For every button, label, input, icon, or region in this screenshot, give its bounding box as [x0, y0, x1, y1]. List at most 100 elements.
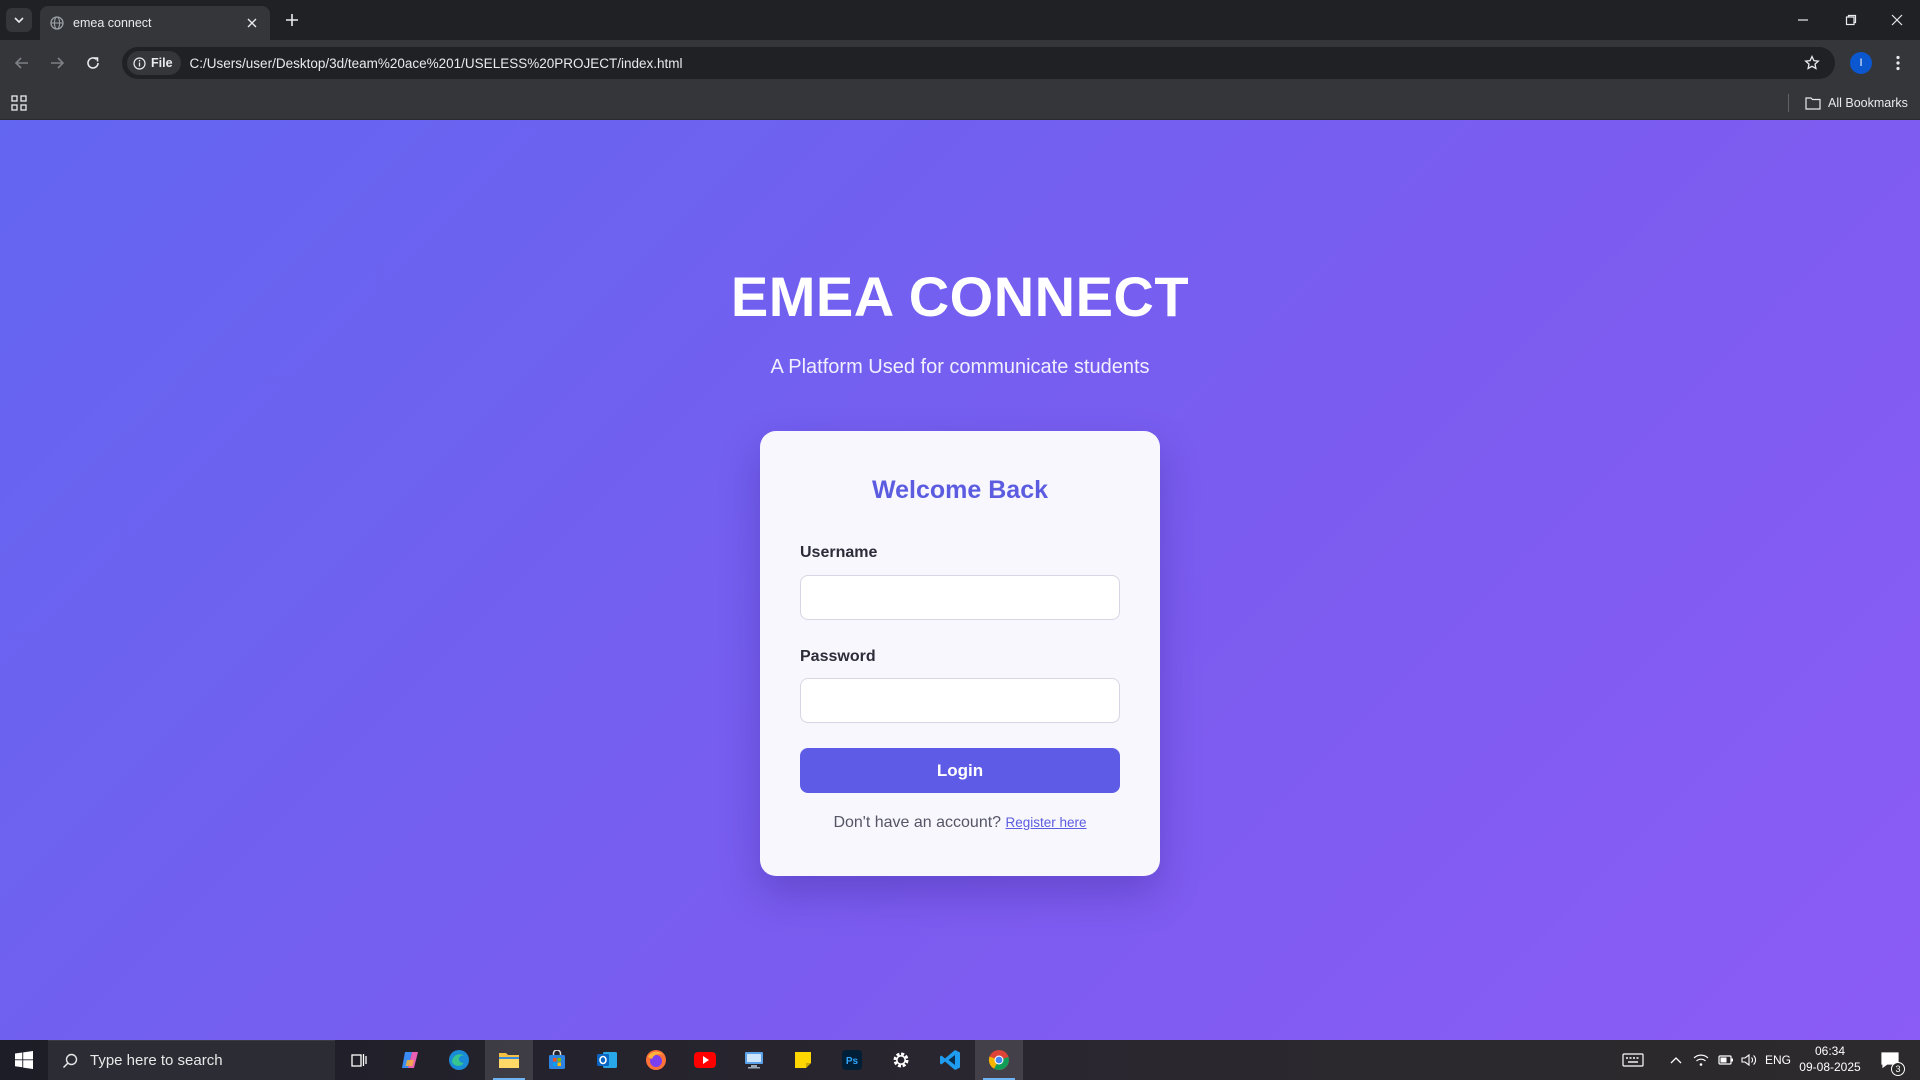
browser-tab-active[interactable]: emea connect — [40, 6, 270, 40]
reload-button[interactable] — [81, 51, 105, 75]
browser-toolbar: File C:/Users/user/Desktop/3d/team%20ace… — [0, 40, 1920, 86]
remote-desktop-icon — [745, 1052, 763, 1069]
forward-button[interactable] — [45, 51, 69, 75]
plus-icon — [286, 14, 298, 26]
kebab-menu-icon — [1896, 55, 1900, 71]
copilot-icon — [402, 1052, 418, 1068]
page-viewport: EMEA CONNECT A Platform Used for communi… — [0, 120, 1920, 1040]
youtube-icon — [694, 1052, 716, 1068]
new-tab-button[interactable] — [281, 9, 303, 31]
page-title: EMEA CONNECT — [730, 265, 1190, 328]
chevron-down-icon — [14, 17, 24, 24]
register-link[interactable]: Register here — [1006, 815, 1087, 830]
page-subtitle: A Platform Used for communicate students — [770, 356, 1150, 378]
clock-time: 06:34 — [1814, 1044, 1846, 1058]
gear-icon — [893, 1052, 909, 1068]
svg-text:Ps: Ps — [846, 1056, 859, 1067]
tab-title: emea connect — [73, 16, 152, 30]
globe-icon — [50, 16, 64, 30]
vscode-button[interactable] — [926, 1040, 974, 1080]
taskbar-clock[interactable]: 06:34 09-08-2025 — [1795, 1043, 1865, 1075]
file-explorer-button[interactable] — [485, 1040, 533, 1080]
youtube-button[interactable] — [681, 1040, 729, 1080]
folder-icon — [499, 1053, 519, 1068]
task-view-button[interactable] — [335, 1040, 383, 1080]
folder-icon — [1805, 97, 1821, 110]
minimize-icon — [1798, 19, 1808, 21]
username-label: Username — [800, 544, 878, 561]
keyboard-icon — [1622, 1053, 1644, 1067]
speaker-icon — [1741, 1053, 1756, 1067]
remote-desktop-button[interactable] — [730, 1040, 778, 1080]
outlook-button[interactable] — [583, 1040, 631, 1080]
show-hidden-icons-button[interactable] — [1664, 1040, 1688, 1080]
info-icon — [133, 56, 146, 70]
login-heading: Welcome Back — [871, 476, 1048, 504]
battery-button[interactable] — [1714, 1040, 1738, 1080]
site-info-chip[interactable]: File — [127, 51, 181, 75]
url-text[interactable]: C:/Users/user/Desktop/3d/team%20ace%201/… — [190, 56, 1799, 71]
sticky-notes-button[interactable] — [779, 1040, 827, 1080]
wifi-icon — [1693, 1054, 1709, 1066]
microsoft-store-button[interactable] — [533, 1040, 581, 1080]
star-icon — [1804, 55, 1820, 70]
close-window-button[interactable] — [1874, 0, 1920, 40]
minimize-window-button[interactable] — [1780, 0, 1826, 40]
all-bookmarks-label: All Bookmarks — [1828, 96, 1908, 110]
store-bag-icon — [549, 1050, 565, 1069]
apps-grid-icon — [11, 95, 27, 111]
arrow-right-icon — [51, 57, 65, 69]
input-language-button[interactable]: ENG — [1762, 1040, 1794, 1080]
firefox-button[interactable] — [632, 1040, 680, 1080]
restore-icon — [1845, 14, 1857, 26]
password-input[interactable] — [800, 678, 1120, 723]
start-button[interactable] — [0, 1040, 48, 1080]
edge-icon — [449, 1050, 469, 1070]
apps-grid-button[interactable] — [10, 94, 28, 112]
bookmarks-divider — [1788, 94, 1789, 112]
edge-button[interactable] — [435, 1040, 483, 1080]
login-button[interactable]: Login — [800, 748, 1120, 793]
clock-date: 09-08-2025 — [1799, 1060, 1861, 1074]
outlook-icon — [597, 1052, 617, 1068]
browser-menu-button[interactable] — [1886, 51, 1910, 75]
all-bookmarks-button[interactable]: All Bookmarks — [1805, 93, 1908, 113]
search-icon — [62, 1053, 78, 1068]
chevron-up-icon — [1670, 1057, 1682, 1064]
register-row: Don't have an account? Register here — [760, 814, 1160, 832]
back-button[interactable] — [10, 51, 34, 75]
windows-logo-icon — [15, 1051, 33, 1069]
login-card: Welcome Back Username Password Login Don… — [760, 431, 1160, 876]
site-info-label: File — [151, 56, 173, 70]
settings-button[interactable] — [877, 1040, 925, 1080]
username-input[interactable] — [800, 575, 1120, 620]
close-tab-icon[interactable] — [244, 15, 260, 31]
chrome-icon — [988, 1050, 1009, 1070]
notification-count-badge: 3 — [1891, 1062, 1905, 1076]
network-button[interactable] — [1690, 1040, 1712, 1080]
taskbar-search-placeholder: Type here to search — [90, 1052, 223, 1069]
task-view-icon — [351, 1054, 367, 1067]
bookmark-star-button[interactable] — [1799, 50, 1825, 76]
touch-keyboard-button[interactable] — [1618, 1040, 1648, 1080]
photoshop-button[interactable]: Ps — [828, 1040, 876, 1080]
restore-window-button[interactable] — [1828, 0, 1874, 40]
sticky-note-icon — [795, 1052, 811, 1068]
volume-button[interactable] — [1738, 1040, 1760, 1080]
close-icon — [1891, 14, 1903, 26]
tab-search-button[interactable] — [6, 8, 32, 32]
vscode-icon — [940, 1050, 960, 1070]
photoshop-icon: Ps — [842, 1050, 862, 1070]
copilot-button[interactable] — [386, 1040, 434, 1080]
reload-icon — [87, 57, 99, 69]
password-label: Password — [800, 648, 876, 665]
profile-avatar-button[interactable]: I — [1850, 52, 1872, 74]
address-bar[interactable]: File C:/Users/user/Desktop/3d/team%20ace… — [122, 47, 1835, 79]
taskbar-search-box[interactable]: Type here to search — [48, 1040, 335, 1080]
firefox-icon — [646, 1050, 666, 1070]
notification-center-button[interactable]: 3 — [1870, 1040, 1910, 1080]
bookmarks-bar: All Bookmarks — [0, 86, 1920, 120]
chrome-button[interactable] — [975, 1040, 1023, 1080]
arrow-left-icon — [14, 57, 28, 69]
register-prompt: Don't have an account? — [833, 814, 1002, 831]
